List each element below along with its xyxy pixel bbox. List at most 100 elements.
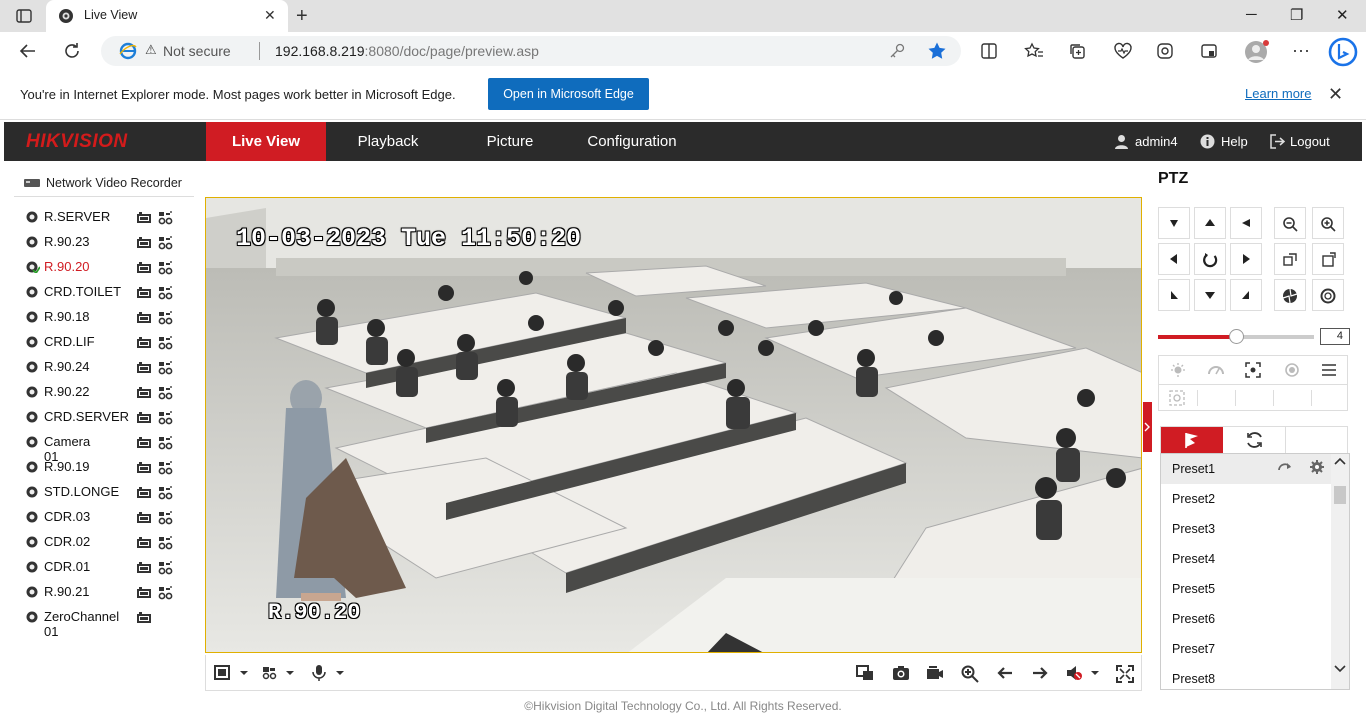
- next-icon[interactable]: [1031, 665, 1049, 681]
- scroll-up-icon[interactable]: [1334, 456, 1346, 466]
- help-link[interactable]: Help: [1221, 122, 1248, 161]
- ptz-down-button[interactable]: [1194, 279, 1226, 311]
- ptz-right-button[interactable]: [1230, 243, 1262, 275]
- ptz-control-icon[interactable]: [158, 235, 174, 251]
- address-bar[interactable]: ⚠ Not secure 192.168.8.219:8080/doc/page…: [101, 36, 961, 66]
- menu-icon[interactable]: [1321, 362, 1337, 378]
- zoom-out-button[interactable]: [1274, 207, 1306, 239]
- ptz-down-left-button[interactable]: [1158, 279, 1190, 311]
- preset-item[interactable]: Preset8: [1161, 664, 1333, 689]
- preset-scrollbar[interactable]: [1331, 454, 1349, 689]
- ptz-control-icon[interactable]: [158, 485, 174, 501]
- record-icon[interactable]: [136, 236, 152, 249]
- banner-close-icon[interactable]: ✕: [1328, 84, 1343, 105]
- ie-mode-icon[interactable]: [119, 42, 137, 60]
- tab-preset[interactable]: [1161, 427, 1223, 453]
- nav-configuration[interactable]: Configuration: [576, 122, 688, 161]
- ptz-control-icon[interactable]: [158, 535, 174, 551]
- ptz-control-icon[interactable]: [158, 435, 174, 451]
- ptz-control-icon[interactable]: [158, 310, 174, 326]
- ptz-down-right-button[interactable]: [1230, 279, 1262, 311]
- not-secure-label[interactable]: Not secure: [163, 43, 231, 59]
- ptz-control-icon[interactable]: [158, 210, 174, 226]
- ptz-speed-value[interactable]: 4: [1320, 328, 1350, 345]
- logout-link[interactable]: Logout: [1290, 122, 1330, 161]
- capture-camera-icon[interactable]: [892, 665, 910, 681]
- favorites-icon[interactable]: [1024, 42, 1044, 60]
- wallet-icon[interactable]: [1200, 42, 1218, 60]
- performance-icon[interactable]: [1156, 42, 1174, 60]
- focus-near-button[interactable]: [1274, 243, 1306, 275]
- minimize-icon[interactable]: ─: [1246, 6, 1257, 23]
- zoom-in-button[interactable]: [1312, 207, 1344, 239]
- open-in-edge-button[interactable]: Open in Microsoft Edge: [488, 78, 649, 110]
- preset-item[interactable]: Preset1: [1161, 454, 1333, 484]
- record-icon[interactable]: [136, 511, 152, 524]
- auxiliary-focus-icon[interactable]: [1245, 362, 1261, 378]
- ptz-control-icon[interactable]: [158, 285, 174, 301]
- ptz-control-icon[interactable]: [158, 360, 174, 376]
- previous-icon[interactable]: [996, 665, 1014, 681]
- window-close-icon[interactable]: ✕: [1336, 6, 1349, 24]
- learn-more-link[interactable]: Learn more: [1245, 86, 1311, 101]
- fullscreen-icon[interactable]: [1116, 665, 1134, 683]
- preset-item[interactable]: Preset2: [1161, 484, 1333, 514]
- preset-item[interactable]: Preset3: [1161, 514, 1333, 544]
- nav-picture[interactable]: Picture: [454, 122, 566, 161]
- audio-muted-icon[interactable]: [1066, 665, 1100, 681]
- call-preset-icon[interactable]: [1278, 461, 1294, 473]
- ptz-control-icon[interactable]: [158, 560, 174, 576]
- collections-icon[interactable]: [1068, 42, 1086, 60]
- key-icon[interactable]: [889, 43, 905, 59]
- scroll-thumb[interactable]: [1334, 486, 1346, 504]
- light-icon[interactable]: [1169, 362, 1187, 378]
- help-icon[interactable]: [1200, 134, 1215, 149]
- slider-knob[interactable]: [1229, 329, 1244, 344]
- maximize-icon[interactable]: ❐: [1290, 6, 1303, 24]
- browser-essentials-icon[interactable]: [1113, 42, 1133, 60]
- iris-open-button[interactable]: [1274, 279, 1306, 311]
- record-icon[interactable]: [136, 261, 152, 274]
- preset-item[interactable]: Preset4: [1161, 544, 1333, 574]
- record-icon[interactable]: [136, 211, 152, 224]
- ptz-up-button[interactable]: [1194, 207, 1226, 239]
- preset-item[interactable]: Preset6: [1161, 604, 1333, 634]
- record-icon[interactable]: [136, 361, 152, 374]
- focus-far-button[interactable]: [1312, 243, 1344, 275]
- record-icon[interactable]: [136, 461, 152, 474]
- split-screen-icon[interactable]: [980, 42, 998, 60]
- logout-icon[interactable]: [1270, 134, 1285, 149]
- ptz-control-icon[interactable]: [158, 585, 174, 601]
- preset-item[interactable]: Preset7: [1161, 634, 1333, 664]
- record-icon[interactable]: [136, 436, 152, 449]
- new-tab-icon[interactable]: +: [296, 5, 308, 28]
- record-icon[interactable]: [136, 311, 152, 324]
- record-icon[interactable]: [136, 336, 152, 349]
- bing-copilot-icon[interactable]: [1328, 36, 1358, 68]
- record-icon[interactable]: [136, 411, 152, 424]
- digital-zoom-icon[interactable]: [961, 665, 979, 683]
- scroll-down-icon[interactable]: [1334, 664, 1346, 674]
- ptz-control-icon[interactable]: [158, 385, 174, 401]
- favorite-star-icon[interactable]: [927, 41, 947, 61]
- ptz-up-left-button[interactable]: [1158, 207, 1190, 239]
- record-icon[interactable]: [136, 561, 152, 574]
- ptz-speed-slider[interactable]: [1158, 329, 1314, 344]
- back-icon[interactable]: [18, 41, 38, 61]
- more-menu-icon[interactable]: ···: [1292, 40, 1310, 61]
- record-icon[interactable]: [136, 536, 152, 549]
- record-icon[interactable]: [136, 486, 152, 499]
- ptz-up-right-button[interactable]: [1230, 207, 1262, 239]
- tab-actions-icon[interactable]: [16, 8, 32, 24]
- browser-tab[interactable]: Live View ✕: [46, 0, 288, 32]
- iris-close-button[interactable]: [1312, 279, 1344, 311]
- ptz-control-icon[interactable]: [158, 410, 174, 426]
- nvr-label[interactable]: Network Video Recorder: [46, 176, 182, 190]
- preset-item[interactable]: Preset5: [1161, 574, 1333, 604]
- ptz-control-icon[interactable]: [158, 460, 174, 476]
- refresh-icon[interactable]: [62, 41, 82, 61]
- ptz-control-icon[interactable]: [158, 260, 174, 276]
- ptz-left-button[interactable]: [1158, 243, 1190, 275]
- stream-type-icon[interactable]: [262, 665, 296, 681]
- nav-playback[interactable]: Playback: [334, 122, 442, 161]
